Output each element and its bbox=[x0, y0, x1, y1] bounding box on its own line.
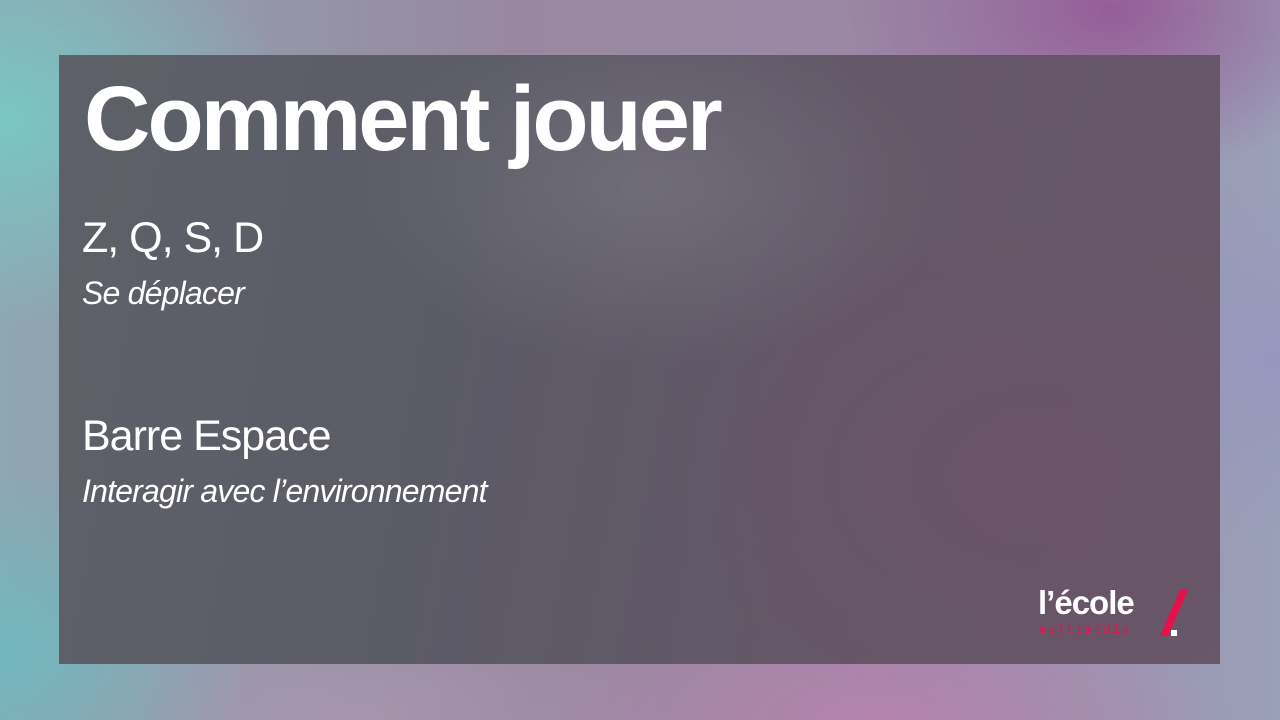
school-logo: l’école multimédia bbox=[1038, 584, 1190, 640]
control-description: Interagir avec l’environnement bbox=[82, 473, 487, 509]
control-key: Barre Espace bbox=[82, 412, 332, 460]
how-to-play-panel: Comment jouer Z, Q, S, D Se déplacer Bar… bbox=[59, 55, 1220, 664]
slash-icon bbox=[1160, 590, 1188, 636]
control-key: Z, Q, S, D bbox=[82, 214, 264, 262]
control-move: Z, Q, S, D Se déplacer bbox=[82, 214, 264, 311]
control-description: Se déplacer bbox=[82, 275, 245, 311]
logo-subtitle: multimédia bbox=[1039, 623, 1132, 637]
page-title: Comment jouer bbox=[84, 68, 723, 170]
control-interact: Barre Espace Interagir avec l’environnem… bbox=[82, 412, 487, 509]
logo-wordmark: l’école bbox=[1038, 584, 1135, 621]
